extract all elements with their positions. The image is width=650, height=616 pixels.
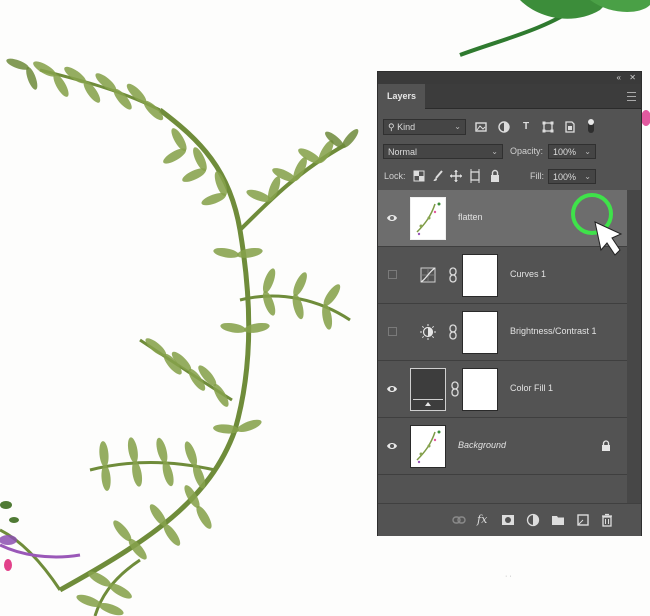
brightness-contrast-icon [420,324,436,340]
opacity-value: 100% [553,147,577,157]
blend-mode-value: Normal [388,147,418,157]
lock-position-icon[interactable] [449,169,463,183]
eye-icon[interactable] [386,440,398,452]
thumbnail-fern-image [416,430,441,464]
lock-artboard-icon[interactable] [468,169,482,183]
type-filter-icon[interactable]: T [519,120,533,134]
add-mask-icon[interactable] [501,513,515,527]
layer-name: flatten [458,212,483,222]
tab-layers[interactable]: Layers [378,84,426,109]
panel-title-strip: « ✕ [378,72,641,84]
eye-icon[interactable] [386,383,398,395]
new-layer-icon[interactable] [576,513,590,527]
layer-thumbnail [410,425,446,468]
eye-icon[interactable] [386,212,398,224]
blend-mode-dropdown[interactable]: Normal ⌄ [383,144,503,159]
chain-link-icon[interactable] [448,324,458,340]
layer-row-color-fill[interactable]: Color Fill 1 [378,361,627,418]
lock-image-pixels-icon[interactable] [431,169,445,183]
link-layers-icon[interactable] [452,513,466,527]
layer-name: Curves 1 [510,269,547,279]
opacity-input[interactable]: 100% ⌄ [548,144,596,159]
thumbnail-fern-image [416,202,441,236]
shape-filter-icon[interactable] [541,120,555,134]
visibility-toggle[interactable] [388,270,397,279]
lock-transparent-pixels-icon[interactable] [412,169,426,183]
panel-footer: fx [378,503,641,536]
opacity-label: Opacity: [510,146,544,156]
panel-menu-icon[interactable] [627,92,636,101]
fill-input[interactable]: 100% ⌄ [548,169,596,184]
lock-all-icon[interactable] [488,169,502,183]
layer-row-background[interactable]: Background [378,418,627,475]
filter-kind-label: Kind [397,122,416,132]
layer-mask-thumbnail [462,311,498,354]
svg-text:· ·: · · [505,573,512,580]
layer-name: Background [458,440,507,450]
layer-row-brightness-contrast[interactable]: Brightness/Contrast 1 [378,304,627,361]
lock-label: Lock: [384,171,406,181]
adjustment-filter-icon[interactable] [497,120,511,134]
fill-value: 100% [553,172,577,182]
chevron-down-icon: ⌄ [584,147,591,156]
fx-layer-style-icon[interactable]: fx [477,513,491,527]
color-fill-swatch [410,368,446,411]
chevron-down-icon: ⌄ [491,147,498,156]
new-adjustment-layer-icon[interactable] [526,513,540,527]
collapse-icon[interactable]: « [617,72,621,84]
lock-icon[interactable] [601,440,611,452]
close-icon[interactable]: ✕ [629,72,636,84]
click-highlight-overlay [571,193,623,256]
chain-link-icon[interactable] [448,267,458,283]
fill-label: Fill: [530,171,544,181]
filter-toggle-icon[interactable] [585,117,597,135]
layer-thumbnail [410,197,446,240]
visibility-toggle[interactable] [388,327,397,336]
chain-link-icon[interactable] [450,381,460,397]
pixel-filter-icon[interactable] [474,120,488,134]
chevron-down-icon: ⌄ [584,172,591,181]
chevron-down-icon: ⌄ [454,122,461,131]
layers-panel: « ✕ Layers ⚲ Kind ⌄ T Normal ⌄ Opacity: … [377,71,642,536]
new-group-icon[interactable] [551,513,565,527]
layers-scrollbar[interactable] [627,190,641,503]
trash-icon[interactable] [600,513,614,527]
panel-tab-bar: Layers [378,84,641,109]
layer-mask-thumbnail [462,368,498,411]
curves-adjustment-icon [420,267,436,283]
smart-object-filter-icon[interactable] [563,120,577,134]
layer-mask-thumbnail [462,254,498,297]
search-icon: ⚲ [388,122,395,132]
filter-kind-dropdown[interactable]: ⚲ Kind ⌄ [383,119,466,135]
layer-name: Color Fill 1 [510,383,554,393]
layer-name: Brightness/Contrast 1 [510,326,597,336]
